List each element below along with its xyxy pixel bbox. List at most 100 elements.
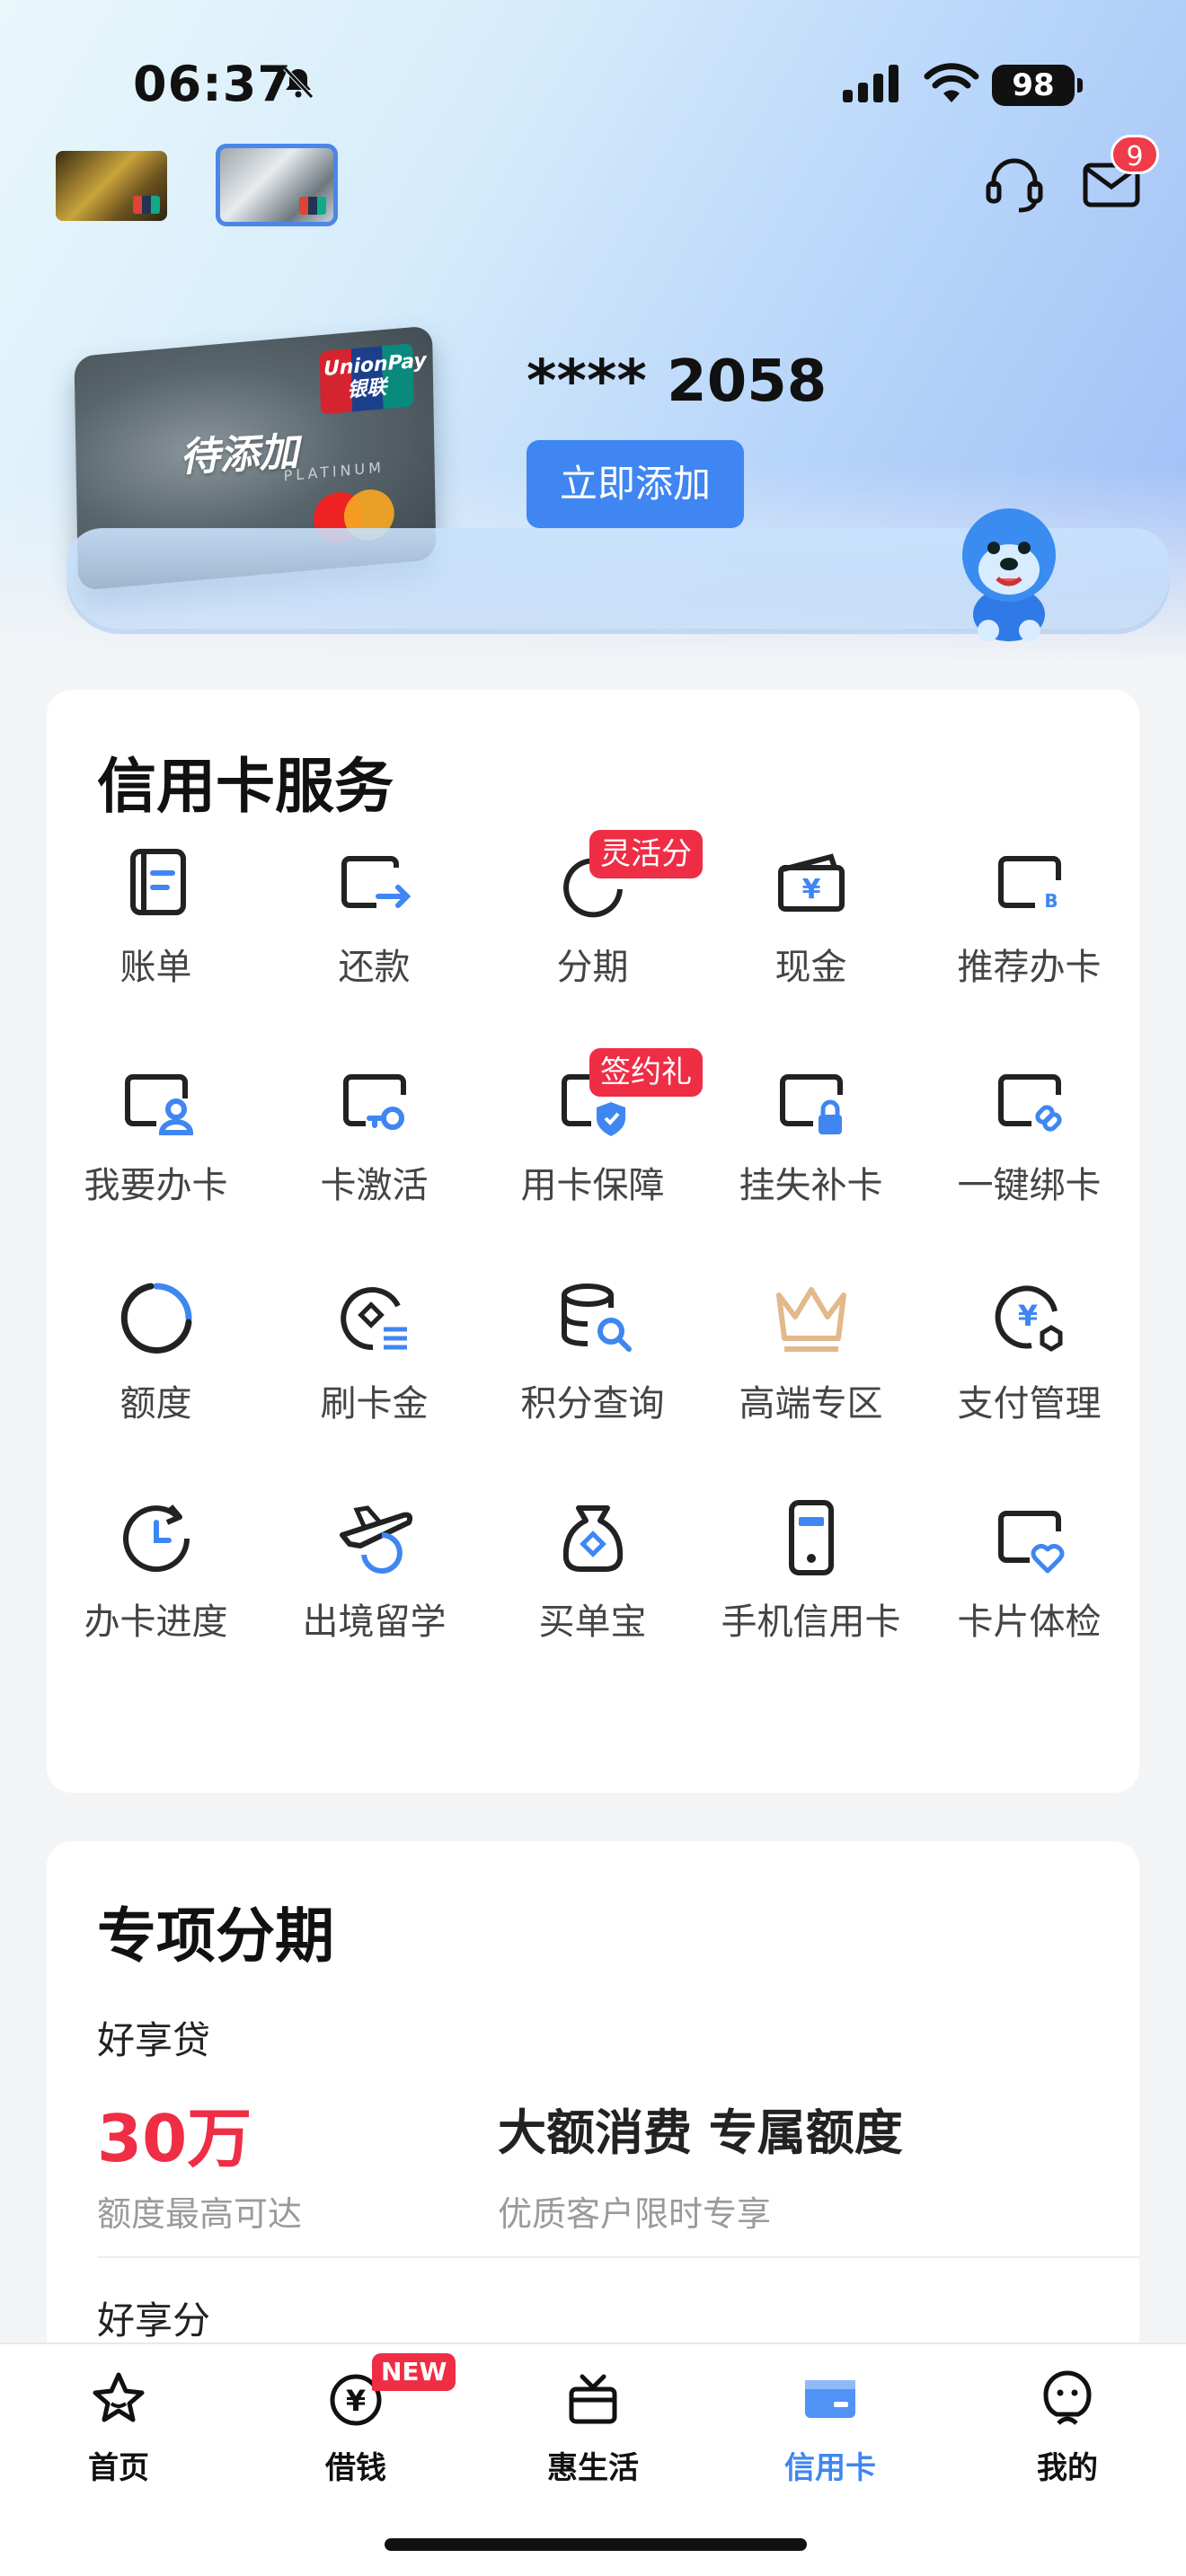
star-icon <box>93 2372 145 2422</box>
service-mobile-card[interactable]: 手机信用卡 <box>702 1495 920 1693</box>
bill-bag-icon <box>562 1505 624 1572</box>
service-label: 卡片体检 <box>957 1601 1102 1643</box>
repay-icon <box>341 856 412 908</box>
flexible-installment-tag: 灵活分 <box>589 830 703 878</box>
service-swipe-reward[interactable]: 刷卡金 <box>265 1277 483 1475</box>
service-label: 我要办卡 <box>84 1165 228 1206</box>
credit-card-icon <box>805 2380 855 2418</box>
service-label: 出境留学 <box>302 1601 447 1643</box>
progress-icon <box>123 1504 190 1573</box>
service-label: 还款 <box>338 947 411 988</box>
cellular-signal-icon <box>843 65 898 102</box>
service-progress[interactable]: 办卡进度 <box>47 1495 265 1693</box>
product-amount: 30万 <box>97 2101 252 2176</box>
svg-text:¥: ¥ <box>802 874 821 905</box>
tab-label: 首页 <box>88 2450 149 2486</box>
unionpay-logo: UnionPay 银联 <box>319 343 427 415</box>
svg-text:¥: ¥ <box>1018 1299 1038 1333</box>
service-payment-manage[interactable]: ¥ 支付管理 <box>920 1277 1138 1475</box>
profile-icon <box>1043 2370 1092 2425</box>
battery-indicator: 98 <box>992 65 1083 106</box>
divider <box>97 2256 1139 2258</box>
tab-label: 我的 <box>1037 2450 1098 2486</box>
lion-mascot-icon <box>962 508 1056 641</box>
bind-card-icon <box>998 1074 1062 1132</box>
home-indicator <box>385 2538 807 2551</box>
activate-card-icon <box>343 1074 406 1130</box>
service-apply-card[interactable]: 我要办卡 <box>47 1059 265 1257</box>
gift-box-icon <box>569 2374 617 2424</box>
apply-card-icon <box>125 1074 194 1135</box>
recommend-card-icon: B <box>998 856 1061 912</box>
credit-limit-icon <box>120 1283 192 1354</box>
service-label: 手机信用卡 <box>721 1601 901 1643</box>
service-label: 支付管理 <box>957 1383 1102 1425</box>
points-query-icon <box>562 1284 632 1352</box>
card-checkup-icon <box>998 1511 1065 1574</box>
service-card-protection[interactable]: 签约礼 用卡保障 <box>483 1048 703 1257</box>
payment-manage-icon: ¥ <box>995 1285 1063 1352</box>
bell-muted-icon <box>283 66 314 99</box>
product-slogan-note: 优质客户限时专享 <box>498 2194 772 2234</box>
service-label: 挂失补卡 <box>739 1165 883 1206</box>
service-card-checkup[interactable]: 卡片体检 <box>920 1495 1138 1693</box>
service-label: 一键绑卡 <box>957 1165 1102 1206</box>
service-label: 账单 <box>119 947 192 988</box>
services-title: 信用卡服务 <box>97 752 394 821</box>
service-installment[interactable]: 灵活分 分期 <box>483 830 703 1038</box>
travel-study-icon <box>340 1505 413 1574</box>
service-bill-bag[interactable]: 买单宝 <box>483 1495 702 1693</box>
product-name-2[interactable]: 好享分 <box>97 2290 210 2345</box>
service-label: 积分查询 <box>520 1383 665 1425</box>
service-label: 卡激活 <box>320 1165 429 1206</box>
service-bind-card[interactable]: 一键绑卡 <box>920 1059 1138 1257</box>
sign-gift-tag: 签约礼 <box>589 1048 703 1097</box>
mobile-card-icon <box>789 1500 834 1575</box>
wifi-icon <box>924 63 979 102</box>
tab-mine[interactable]: 我的 <box>949 2369 1186 2495</box>
tab-life[interactable]: 惠生活 <box>474 2369 712 2495</box>
service-activate-card[interactable]: 卡激活 <box>265 1059 483 1257</box>
card-pending-label: 待添加 <box>178 428 300 481</box>
credit-card-services-panel: 信用卡服务 账单 还款 灵活分 分期 ¥ 现金 B 推荐办卡 我要办卡 卡激活 … <box>47 690 1139 1793</box>
tab-home[interactable]: 首页 <box>0 2369 237 2495</box>
new-tag: NEW <box>372 2353 456 2391</box>
tab-label: 惠生活 <box>547 2450 639 2486</box>
product-amount-note: 额度最高可达 <box>97 2194 303 2234</box>
service-bill[interactable]: 账单 <box>47 841 265 1038</box>
status-time: 06:37 <box>133 56 292 112</box>
service-label: 分期 <box>556 947 629 988</box>
service-label: 办卡进度 <box>84 1601 228 1643</box>
svg-text:B: B <box>1044 890 1058 912</box>
service-points-query[interactable]: 积分查询 <box>483 1277 702 1475</box>
service-travel-study[interactable]: 出境留学 <box>265 1495 483 1693</box>
special-title: 专项分期 <box>97 1901 334 1971</box>
tab-credit-card[interactable]: 信用卡 <box>712 2369 949 2495</box>
tab-label: 信用卡 <box>784 2450 876 2486</box>
service-label: 额度 <box>119 1383 192 1425</box>
service-label: 刷卡金 <box>320 1383 429 1425</box>
product-name[interactable]: 好享贷 <box>97 2010 210 2065</box>
tab-label: 借钱 <box>325 2450 386 2486</box>
svg-text:¥: ¥ <box>346 2384 366 2418</box>
card-masked-number: **** 2058 <box>527 348 828 415</box>
lost-card-icon <box>780 1074 843 1134</box>
service-label: 买单宝 <box>538 1601 647 1643</box>
service-premium[interactable]: 高端专区 <box>702 1277 920 1475</box>
cash-icon: ¥ <box>778 853 845 912</box>
service-label: 高端专区 <box>739 1383 883 1425</box>
service-repay[interactable]: 还款 <box>265 841 483 1038</box>
product-slogan[interactable]: 大额消费 专属额度 <box>498 2093 903 2164</box>
service-label: 用卡保障 <box>520 1165 665 1206</box>
service-recommend-card[interactable]: B 推荐办卡 <box>920 841 1138 1038</box>
status-bar: 06:37 98 <box>0 0 1186 171</box>
swipe-reward-icon <box>341 1287 407 1351</box>
bill-icon <box>130 849 186 915</box>
service-cash[interactable]: ¥ 现金 <box>702 841 920 1038</box>
service-credit-limit[interactable]: 额度 <box>47 1277 265 1475</box>
tab-borrow[interactable]: ¥ NEW 借钱 <box>237 2353 474 2495</box>
service-label: 现金 <box>774 947 847 988</box>
service-label: 推荐办卡 <box>957 947 1102 988</box>
add-card-button[interactable]: 立即添加 <box>527 440 744 528</box>
service-lost-card[interactable]: 挂失补卡 <box>702 1059 920 1257</box>
